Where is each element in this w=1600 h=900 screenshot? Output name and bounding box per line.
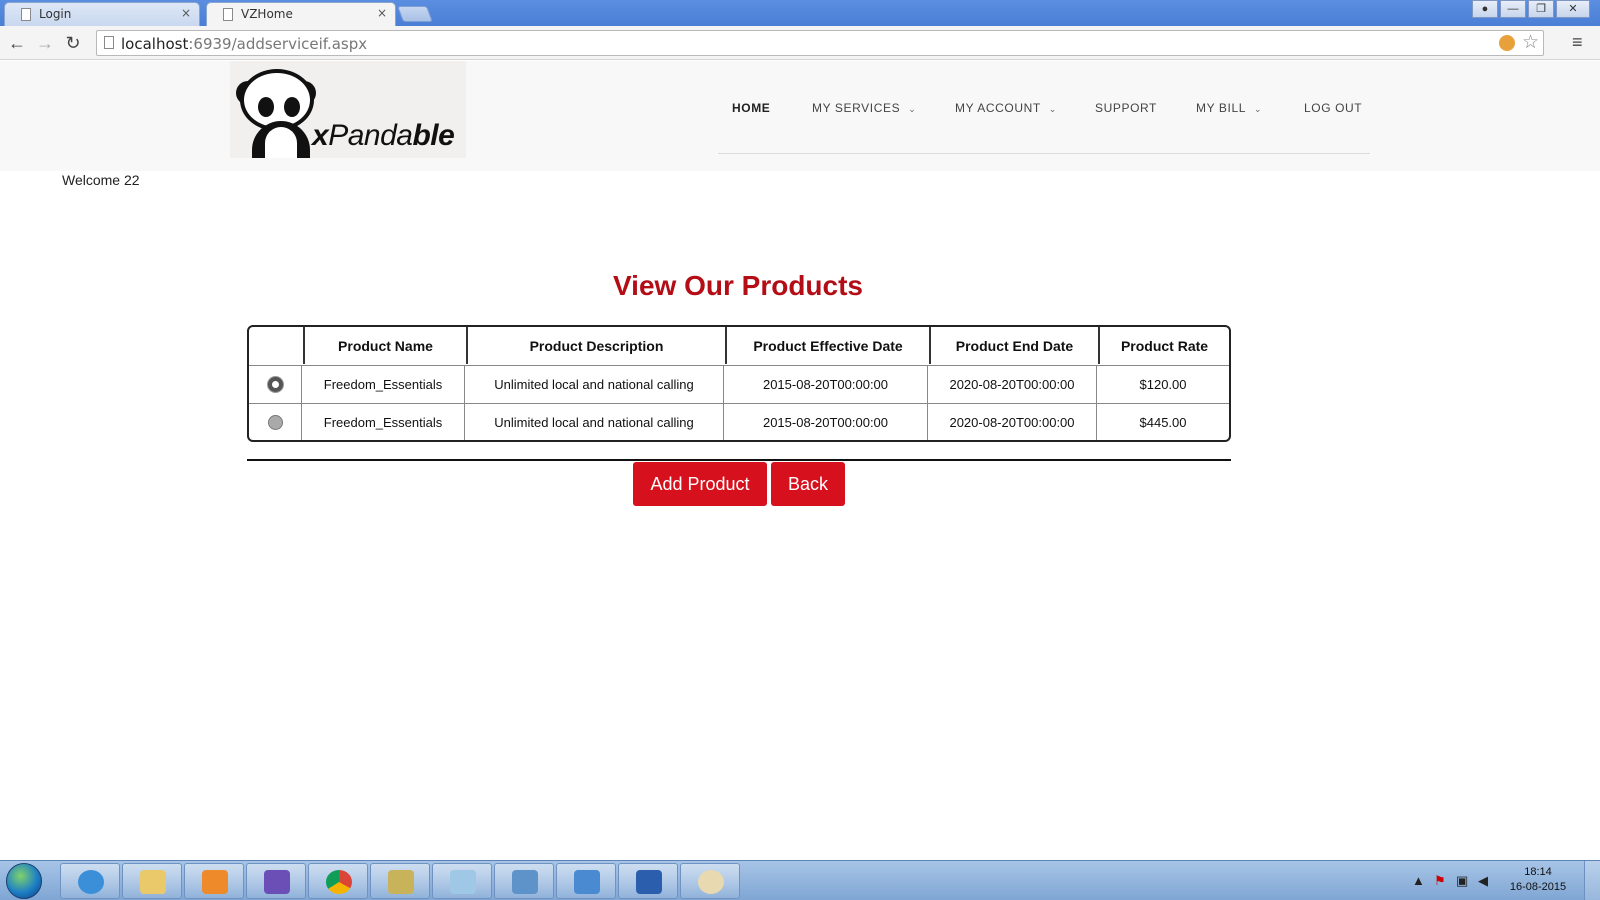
panda-belly — [265, 127, 297, 158]
product-name: Freedom_Essentials — [302, 366, 465, 403]
row-radio-button[interactable] — [267, 415, 283, 430]
action-center-icon[interactable]: ⚑ — [1434, 873, 1446, 889]
products-table: Product Name Product Description Product… — [247, 325, 1231, 442]
minimize-button[interactable]: — — [1500, 0, 1526, 18]
url-text[interactable]: localhost:6939/addserviceif.aspx — [121, 35, 367, 53]
tab-vzhome[interactable]: VZHome × — [206, 2, 396, 26]
browser-toolbar: ← → ↻ localhost:6939/addserviceif.aspx ☆… — [0, 26, 1600, 60]
main-nav: HOME MY SERVICES ⌄ MY ACCOUNT ⌄ SUPPORT MY… — [718, 61, 1370, 154]
column-header: Product Description — [468, 327, 727, 364]
column-header: Product Effective Date — [727, 327, 931, 364]
product-end-date: 2020-08-20T00:00:00 — [928, 366, 1097, 403]
welcome-text: Welcome 22 — [62, 172, 140, 188]
windows-update-icon[interactable] — [556, 863, 616, 899]
browser-tab-strip: Login × VZHome × ● — ❐ ✕ — [0, 0, 1600, 26]
tab-title: Login — [39, 7, 72, 21]
site-logo[interactable]: xPandable — [230, 61, 466, 158]
radio-cell[interactable] — [249, 366, 302, 403]
nav-my-account[interactable]: MY ACCOUNT ⌄ — [955, 101, 1057, 115]
page-icon — [21, 8, 31, 21]
product-effective-date: 2015-08-20T00:00:00 — [724, 366, 928, 403]
table-row[interactable]: Freedom_Essentials Unlimited local and n… — [249, 365, 1229, 403]
nav-my-bill[interactable]: MY BILL ⌄ — [1196, 101, 1262, 115]
show-hidden-icons-icon[interactable]: ▲ — [1412, 873, 1425, 888]
panda-eye — [284, 97, 300, 117]
nav-log-out[interactable]: LOG OUT — [1304, 101, 1362, 115]
extension-icon[interactable] — [1499, 35, 1515, 51]
media-player-icon[interactable] — [184, 863, 244, 899]
tab-login[interactable]: Login × — [4, 2, 200, 26]
back-button[interactable]: Back — [771, 462, 845, 506]
back-arrow-icon[interactable]: ← — [6, 32, 28, 54]
url-host: localhost — [121, 35, 189, 53]
product-description: Unlimited local and national calling — [465, 366, 724, 403]
close-icon[interactable]: × — [377, 6, 387, 20]
panda-eye — [258, 97, 274, 117]
notepad-icon[interactable] — [432, 863, 492, 899]
add-product-button[interactable]: Add Product — [633, 462, 767, 506]
radio-cell[interactable] — [249, 404, 302, 440]
volume-icon[interactable]: ◀ — [1478, 873, 1488, 889]
file-explorer-icon[interactable] — [122, 863, 182, 899]
clock-time: 18:14 — [1524, 866, 1552, 878]
network-icon[interactable]: ▣ — [1456, 873, 1468, 889]
product-description: Unlimited local and national calling — [465, 404, 724, 440]
site-header: xPandable HOME MY SERVICES ⌄ MY ACCOUNT ⌄ … — [0, 61, 1600, 171]
row-radio-button[interactable] — [267, 377, 283, 392]
clock[interactable]: 18:14 16-08-2015 — [1508, 865, 1568, 895]
column-header — [249, 327, 305, 364]
tab-title: VZHome — [241, 7, 293, 21]
page-icon — [104, 36, 114, 49]
bookmark-star-icon[interactable]: ☆ — [1522, 31, 1539, 54]
word-icon[interactable] — [618, 863, 678, 899]
product-name: Freedom_Essentials — [302, 404, 465, 440]
column-header: Product Name — [305, 327, 468, 364]
section-divider — [247, 459, 1231, 461]
column-header: Product Rate — [1120, 337, 1209, 354]
chevron-down-icon: ⌄ — [1048, 104, 1057, 114]
logo-text: xPandable — [312, 119, 455, 152]
clock-date: 16-08-2015 — [1509, 881, 1567, 893]
address-bar[interactable]: localhost:6939/addserviceif.aspx ☆ — [96, 30, 1544, 56]
chrome-icon[interactable] — [308, 863, 368, 899]
product-rate: $120.00 — [1139, 377, 1187, 392]
chevron-down-icon: ⌄ — [1254, 104, 1263, 114]
start-button[interactable] — [6, 863, 42, 899]
new-tab-button[interactable] — [397, 6, 433, 22]
page-title: View Our Products — [613, 270, 863, 301]
menu-icon[interactable]: ≡ — [1572, 32, 1583, 53]
user-icon[interactable]: ● — [1472, 0, 1498, 18]
reload-icon[interactable]: ↻ — [62, 32, 84, 54]
product-effective-date: 2015-08-20T00:00:00 — [724, 404, 928, 440]
control-panel-icon[interactable] — [494, 863, 554, 899]
product-rate: $445.00 — [1139, 415, 1187, 430]
close-icon[interactable]: × — [181, 6, 191, 20]
nav-my-services[interactable]: MY SERVICES ⌄ — [812, 101, 916, 115]
table-row[interactable]: Freedom_Essentials Unlimited local and n… — [249, 403, 1229, 440]
page-icon — [223, 8, 233, 21]
tools-icon[interactable] — [370, 863, 430, 899]
chevron-down-icon: ⌄ — [908, 104, 917, 114]
url-path: :6939/addserviceif.aspx — [188, 35, 368, 53]
product-end-date: 2020-08-20T00:00:00 — [928, 404, 1097, 440]
taskbar: ▲ ⚑ ▣ ◀ 18:14 16-08-2015 — [0, 860, 1600, 900]
nav-home[interactable]: HOME — [732, 101, 770, 115]
column-header: Product End Date — [931, 327, 1100, 364]
table-header-row: Product Name Product Description Product… — [249, 327, 1229, 364]
nav-support[interactable]: SUPPORT — [1095, 101, 1157, 115]
restore-button[interactable]: ❐ — [1528, 0, 1554, 18]
paint-icon[interactable] — [680, 863, 740, 899]
forward-arrow-icon[interactable]: → — [34, 32, 56, 54]
internet-explorer-icon[interactable] — [60, 863, 120, 899]
visual-studio-icon[interactable] — [246, 863, 306, 899]
window-close-button[interactable]: ✕ — [1556, 0, 1590, 18]
show-desktop-button[interactable] — [1584, 861, 1600, 900]
